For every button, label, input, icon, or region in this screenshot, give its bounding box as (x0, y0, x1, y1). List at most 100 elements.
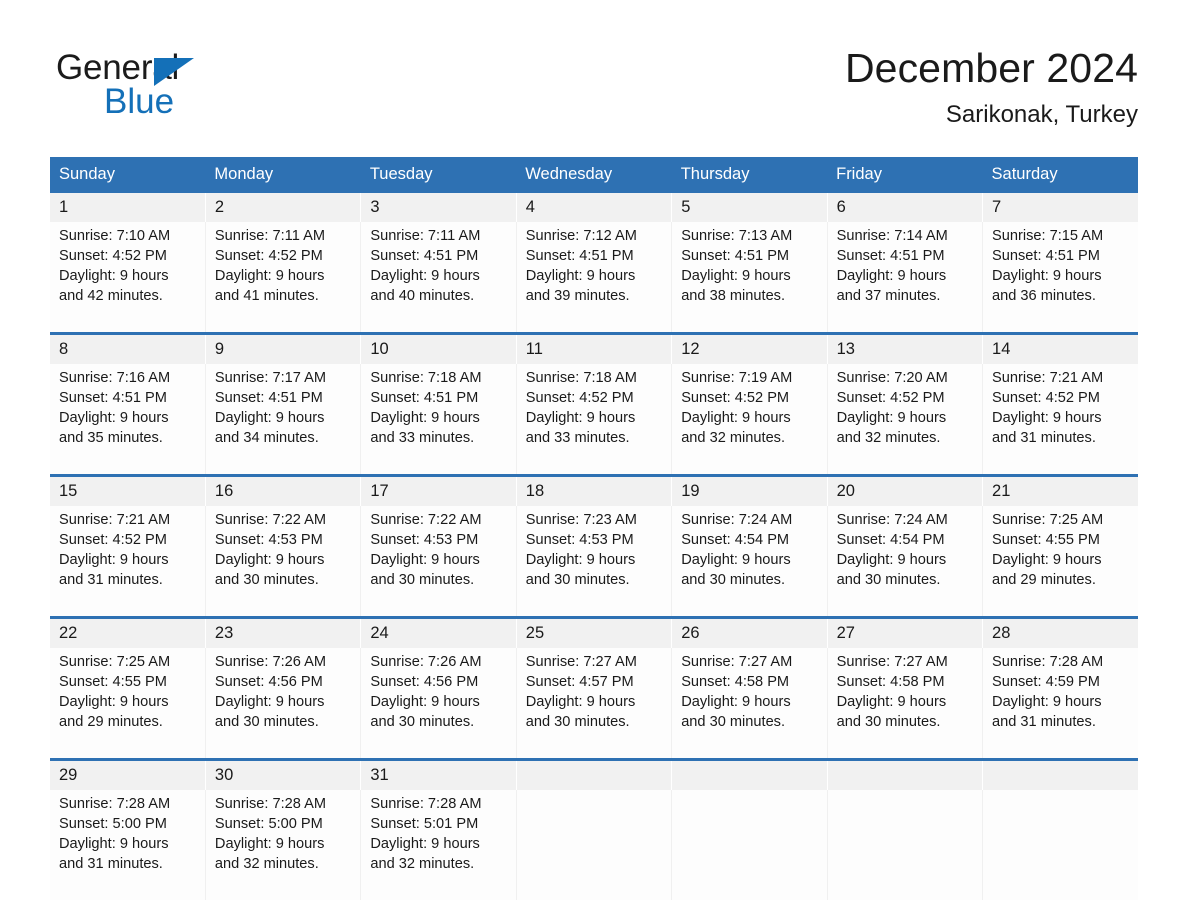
sunrise-text: Sunrise: 7:27 AM (836, 654, 948, 670)
daylight-text-line2: and 30 minutes. (525, 572, 630, 588)
day-number: 30 (205, 758, 362, 790)
daylight-text-line2: and 32 minutes. (370, 856, 475, 872)
weekday-header-thursday: Thursday (671, 157, 828, 193)
sunset-text: Sunset: 4:53 PM (214, 532, 323, 548)
day-number: 5 (671, 193, 828, 222)
daylight-text-line2: and 34 minutes. (214, 430, 319, 446)
sunset-text: Sunset: 4:54 PM (836, 532, 945, 548)
sunrise-text: Sunrise: 7:26 AM (370, 654, 482, 670)
sunset-text: Sunset: 4:58 PM (836, 674, 945, 690)
sunrise-text: Sunrise: 7:28 AM (214, 796, 327, 812)
day-cell-empty (982, 790, 1138, 900)
sunset-text: Sunset: 4:55 PM (59, 674, 167, 690)
sunrise-text: Sunrise: 7:11 AM (370, 228, 481, 244)
day-number: 22 (50, 616, 206, 648)
daylight-text-line1: Daylight: 9 hours (214, 410, 325, 426)
week-row-dates: 8 9 10 11 12 13 14 (50, 332, 1138, 364)
day-number: 26 (671, 616, 828, 648)
daylight-text-line1: Daylight: 9 hours (59, 268, 169, 284)
daylight-text-line2: and 30 minutes. (214, 714, 319, 730)
day-number: 4 (516, 193, 673, 222)
day-number: 14 (982, 332, 1138, 364)
daylight-text-line1: Daylight: 9 hours (59, 410, 169, 426)
sunrise-text: Sunrise: 7:28 AM (370, 796, 482, 812)
daylight-text-line2: and 29 minutes. (992, 572, 1096, 588)
daylight-text-line2: and 41 minutes. (214, 288, 319, 304)
sunset-text: Sunset: 4:51 PM (992, 248, 1100, 264)
sunrise-text: Sunrise: 7:22 AM (214, 512, 327, 528)
day-cell: Sunrise: 7:28 AM Sunset: 5:00 PM Dayligh… (205, 790, 362, 900)
daylight-text-line2: and 40 minutes. (370, 288, 475, 304)
sunset-text: Sunset: 4:57 PM (525, 674, 634, 690)
sunset-text: Sunset: 4:52 PM (836, 390, 945, 406)
sunrise-text: Sunrise: 7:20 AM (836, 370, 948, 386)
day-cell-empty (827, 790, 984, 900)
day-cell: Sunrise: 7:20 AM Sunset: 4:52 PM Dayligh… (827, 364, 984, 476)
day-cell: Sunrise: 7:17 AM Sunset: 4:51 PM Dayligh… (205, 364, 362, 476)
day-number: 29 (50, 758, 206, 790)
daylight-text-line2: and 30 minutes. (214, 572, 319, 588)
daylight-text-line1: Daylight: 9 hours (59, 836, 169, 852)
daylight-text-line1: Daylight: 9 hours (992, 268, 1102, 284)
sunset-text: Sunset: 4:53 PM (370, 532, 479, 548)
day-number: 2 (205, 193, 362, 222)
daylight-text-line2: and 30 minutes. (370, 572, 475, 588)
sunset-text: Sunset: 4:52 PM (992, 390, 1100, 406)
daylight-text-line2: and 32 minutes. (214, 856, 319, 872)
day-number: 17 (360, 474, 517, 506)
day-number: 21 (982, 474, 1138, 506)
sunset-text: Sunset: 4:59 PM (992, 674, 1100, 690)
calendar-grid: Sunday Monday Tuesday Wednesday Thursday… (50, 157, 1138, 900)
day-cell: Sunrise: 7:14 AM Sunset: 4:51 PM Dayligh… (827, 222, 984, 334)
day-cell-empty (516, 790, 673, 900)
daylight-text-line2: and 30 minutes. (836, 572, 941, 588)
day-number-empty (827, 758, 984, 790)
week-row-dates: 1 2 3 4 5 6 7 (50, 193, 1138, 222)
title-block: December 2024 Sarikonak, Turkey (845, 44, 1138, 129)
day-cell: Sunrise: 7:27 AM Sunset: 4:57 PM Dayligh… (516, 648, 673, 760)
day-number: 7 (982, 193, 1138, 222)
sunset-text: Sunset: 4:54 PM (681, 532, 790, 548)
sunrise-text: Sunrise: 7:15 AM (992, 228, 1104, 244)
sunrise-text: Sunrise: 7:22 AM (370, 512, 482, 528)
page-header: General Blue December 2024 Sarikonak, Tu… (0, 0, 1188, 129)
daylight-text-line1: Daylight: 9 hours (836, 268, 947, 284)
day-cell: Sunrise: 7:26 AM Sunset: 4:56 PM Dayligh… (205, 648, 362, 760)
day-number: 28 (982, 616, 1138, 648)
sunrise-text: Sunrise: 7:26 AM (214, 654, 327, 670)
sunrise-text: Sunrise: 7:24 AM (836, 512, 948, 528)
week-row-details: Sunrise: 7:21 AM Sunset: 4:52 PM Dayligh… (50, 506, 1138, 618)
calendar-body: 1 2 3 4 5 6 7 Sunrise: 7:10 AM Sunset: 4… (50, 193, 1138, 900)
sunset-text: Sunset: 4:53 PM (525, 532, 634, 548)
daylight-text-line2: and 31 minutes. (59, 572, 163, 588)
day-cell: Sunrise: 7:19 AM Sunset: 4:52 PM Dayligh… (671, 364, 828, 476)
day-cell: Sunrise: 7:18 AM Sunset: 4:52 PM Dayligh… (516, 364, 673, 476)
daylight-text-line2: and 39 minutes. (525, 288, 630, 304)
day-cell: Sunrise: 7:24 AM Sunset: 4:54 PM Dayligh… (671, 506, 828, 618)
daylight-text-line2: and 30 minutes. (681, 572, 786, 588)
sunrise-text: Sunrise: 7:13 AM (681, 228, 793, 244)
daylight-text-line1: Daylight: 9 hours (525, 694, 636, 710)
sunrise-text: Sunrise: 7:27 AM (681, 654, 793, 670)
daylight-text-line2: and 42 minutes. (59, 288, 163, 304)
day-cell: Sunrise: 7:26 AM Sunset: 4:56 PM Dayligh… (360, 648, 517, 760)
day-cell: Sunrise: 7:23 AM Sunset: 4:53 PM Dayligh… (516, 506, 673, 618)
daylight-text-line1: Daylight: 9 hours (681, 552, 791, 568)
sunset-text: Sunset: 4:52 PM (525, 390, 634, 406)
day-number: 31 (360, 758, 517, 790)
daylight-text-line1: Daylight: 9 hours (681, 694, 791, 710)
day-number-empty (671, 758, 828, 790)
sunset-text: Sunset: 4:56 PM (214, 674, 323, 690)
general-blue-logo: General Blue (56, 44, 236, 122)
day-number: 9 (205, 332, 362, 364)
daylight-text-line1: Daylight: 9 hours (992, 694, 1102, 710)
daylight-text-line1: Daylight: 9 hours (214, 552, 325, 568)
daylight-text-line2: and 35 minutes. (59, 430, 163, 446)
daylight-text-line1: Daylight: 9 hours (525, 410, 636, 426)
weekday-header-tuesday: Tuesday (360, 157, 517, 193)
day-number: 24 (360, 616, 517, 648)
day-cell-empty (671, 790, 828, 900)
daylight-text-line2: and 31 minutes. (992, 714, 1096, 730)
sunrise-text: Sunrise: 7:28 AM (992, 654, 1104, 670)
calendar-page: General Blue December 2024 Sarikonak, Tu… (0, 0, 1188, 918)
